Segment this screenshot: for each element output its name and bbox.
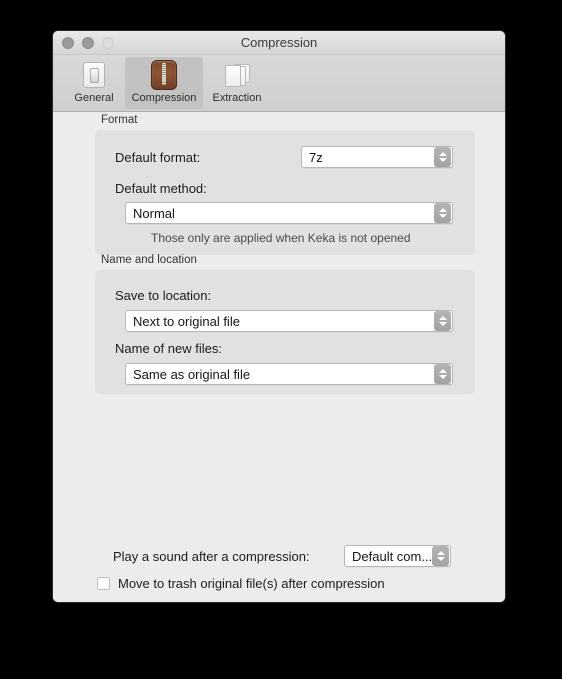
- play-sound-stepper-icon[interactable]: [432, 546, 449, 566]
- format-group-title: Format: [101, 114, 138, 126]
- format-hint-text: Those only are applied when Keka is not …: [151, 231, 411, 245]
- traffic-light-buttons: [62, 37, 114, 49]
- light-switch-icon: [79, 60, 109, 90]
- save-location-value: Next to original file: [133, 313, 240, 329]
- name-location-group-title: Name and location: [101, 254, 197, 266]
- save-location-popup[interactable]: Next to original file: [125, 310, 453, 332]
- checkbox-row-exclude-resource-forks[interactable]: Exclude Mac OS X resource forks (ex: .DS…: [97, 601, 406, 603]
- play-sound-popup[interactable]: Default com...: [344, 545, 451, 567]
- save-location-stepper-icon[interactable]: [434, 311, 451, 331]
- save-location-label: Save to location:: [115, 288, 212, 303]
- checkbox-row-move-to-trash[interactable]: Move to trash original file(s) after com…: [97, 576, 385, 591]
- minimize-button[interactable]: [82, 37, 94, 49]
- tab-compression[interactable]: Compression: [125, 57, 203, 109]
- title-bar: Compression: [53, 31, 505, 55]
- default-format-popup[interactable]: 7z: [301, 146, 453, 168]
- checkbox-move-to-trash-label: Move to trash original file(s) after com…: [118, 576, 385, 591]
- checkbox-move-to-trash[interactable]: [97, 577, 110, 590]
- window-title: Compression: [240, 35, 318, 50]
- name-files-stepper-icon[interactable]: [434, 364, 451, 384]
- play-sound-label: Play a sound after a compression:: [113, 549, 310, 564]
- default-method-label: Default method:: [115, 181, 207, 196]
- checkbox-exclude-resource-forks[interactable]: [97, 602, 110, 603]
- zoom-button[interactable]: [102, 37, 114, 49]
- default-format-value: 7z: [309, 149, 323, 165]
- default-method-popup[interactable]: Normal: [125, 202, 453, 224]
- tab-extraction[interactable]: Extraction: [203, 57, 271, 109]
- preferences-content: Format Default format: 7z Default method…: [53, 112, 505, 602]
- default-format-label: Default format:: [115, 150, 201, 165]
- stacked-pages-icon: [222, 60, 252, 90]
- tab-extraction-label: Extraction: [212, 92, 262, 104]
- name-files-popup[interactable]: Same as original file: [125, 363, 453, 385]
- close-button[interactable]: [62, 37, 74, 49]
- tab-general-label: General: [74, 92, 114, 104]
- toolbar-tab-bar: General Compression Extraction: [53, 55, 505, 112]
- play-sound-value: Default com...: [352, 548, 432, 564]
- zip-bag-icon: [149, 60, 179, 90]
- default-method-value: Normal: [133, 205, 175, 221]
- name-files-value: Same as original file: [133, 366, 251, 382]
- default-method-stepper-icon[interactable]: [434, 203, 451, 223]
- preferences-window: Compression General Compression Extracti…: [52, 30, 506, 603]
- checkbox-exclude-resource-forks-label: Exclude Mac OS X resource forks (ex: .DS…: [118, 601, 406, 602]
- default-format-stepper-icon[interactable]: [434, 147, 451, 167]
- tab-general[interactable]: General: [63, 57, 125, 109]
- name-files-label: Name of new files:: [115, 341, 222, 356]
- tab-compression-label: Compression: [131, 92, 197, 104]
